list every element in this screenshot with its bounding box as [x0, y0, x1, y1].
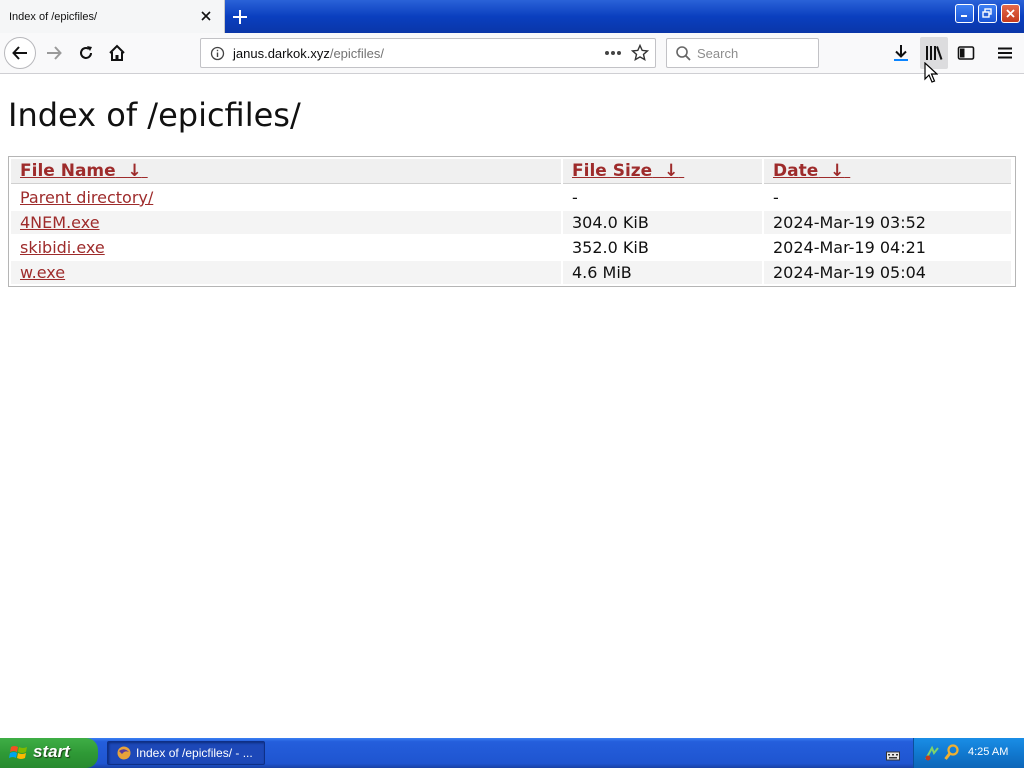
column-label: File Name — [20, 161, 116, 181]
windows-logo-icon — [9, 744, 29, 766]
start-button[interactable]: start — [0, 738, 98, 768]
close-window-button[interactable] — [1001, 4, 1020, 23]
search-tray-icon[interactable] — [944, 744, 960, 766]
taskbar: start Index of /epicfiles/ - ... 4:25 AM — [0, 738, 1024, 768]
column-label: File Size — [572, 161, 653, 181]
file-link[interactable]: skibidi.exe — [20, 238, 105, 257]
sidebar-icon — [957, 46, 975, 60]
new-tab-icon[interactable] — [231, 8, 249, 26]
sort-by-size-link[interactable]: File Size ↓ — [572, 161, 684, 181]
file-size: - — [572, 188, 578, 207]
minimize-button[interactable] — [955, 4, 974, 23]
clock[interactable]: 4:25 AM — [968, 746, 1008, 758]
library-icon — [926, 46, 943, 60]
file-link[interactable]: w.exe — [20, 263, 65, 282]
restore-button[interactable] — [978, 4, 997, 23]
file-size: 352.0 KiB — [572, 238, 649, 257]
download-icon — [894, 45, 908, 61]
close-tab-icon[interactable] — [198, 8, 214, 24]
network-icon[interactable] — [924, 745, 940, 765]
forward-button[interactable] — [38, 37, 70, 69]
sidebar-button[interactable] — [952, 37, 980, 69]
browser-app-icon — [116, 745, 132, 765]
parent-directory-link[interactable]: Parent directory/ — [20, 188, 153, 207]
file-date: 2024-Mar-19 03:52 — [764, 211, 1011, 234]
search-bar[interactable]: Search — [666, 38, 819, 68]
table-row: w.exe 4.6 MiB 2024-Mar-19 05:04 — [11, 261, 1011, 284]
taskbar-window-label: Index of /epicfiles/ - ... — [136, 746, 253, 760]
tab-active[interactable]: Index of /epicfiles/ — [0, 0, 225, 33]
tab-title: Index of /epicfiles/ — [9, 11, 98, 23]
search-icon — [675, 45, 692, 66]
system-tray: 4:25 AM — [913, 738, 1024, 768]
address-bar[interactable]: janus.darkok.xyz/epicfiles/ — [200, 38, 656, 68]
keyboard-icon[interactable] — [886, 747, 900, 766]
url-text[interactable]: janus.darkok.xyz/epicfiles/ — [233, 46, 384, 61]
column-label: Date — [773, 161, 819, 181]
sort-arrow-icon: ↓ — [830, 161, 845, 181]
file-size: 304.0 KiB — [563, 211, 762, 234]
downloads-button[interactable] — [887, 37, 915, 69]
table-row: 4NEM.exe 304.0 KiB 2024-Mar-19 03:52 — [11, 211, 1011, 234]
column-header-file-size: File Size ↓ — [563, 159, 762, 184]
sort-arrow-icon: ↓ — [127, 161, 142, 181]
mouse-cursor-icon — [924, 61, 939, 88]
navigation-toolbar: janus.darkok.xyz/epicfiles/ Search — [0, 33, 1024, 83]
back-arrow-icon — [12, 46, 27, 60]
column-header-date: Date ↓ — [764, 159, 1011, 184]
sort-by-date-link[interactable]: Date ↓ — [773, 161, 850, 181]
file-size: 4.6 MiB — [563, 261, 762, 284]
search-input[interactable]: Search — [697, 46, 738, 61]
back-button[interactable] — [4, 37, 36, 69]
title-bar: Index of /epicfiles/ — [0, 0, 1024, 33]
home-button[interactable] — [101, 37, 133, 69]
file-link[interactable]: 4NEM.exe — [20, 213, 100, 232]
column-header-file-name: File Name ↓ — [11, 159, 561, 184]
hamburger-menu-icon — [998, 47, 1012, 59]
home-icon — [109, 44, 125, 61]
taskbar-window-button[interactable]: Index of /epicfiles/ - ... — [107, 741, 265, 765]
bookmark-star-icon[interactable] — [630, 43, 650, 66]
start-label: start — [33, 742, 70, 761]
file-date: 2024-Mar-19 04:21 — [773, 238, 926, 257]
table-row: skibidi.exe 352.0 KiB 2024-Mar-19 04:21 — [11, 236, 1011, 259]
sort-arrow-icon: ↓ — [664, 161, 679, 181]
url-path: /epicfiles/ — [329, 46, 385, 61]
sort-by-name-link[interactable]: File Name ↓ — [20, 161, 148, 181]
menu-button[interactable] — [991, 37, 1019, 69]
table-row: Parent directory/ - - — [11, 186, 1011, 209]
page-actions-icon[interactable] — [603, 45, 623, 65]
page-title: Index of /epicfiles/ — [8, 96, 301, 134]
table-header-row: File Name ↓ File Size ↓ Date ↓ — [11, 159, 1011, 184]
file-date: - — [773, 188, 779, 207]
reload-icon — [80, 46, 92, 59]
forward-arrow-icon — [47, 46, 62, 60]
site-info-icon[interactable] — [210, 46, 225, 65]
reload-button[interactable] — [70, 37, 102, 69]
file-listing-table: File Name ↓ File Size ↓ Date ↓ Parent di… — [8, 156, 1016, 287]
url-host: janus.darkok.xyz — [233, 46, 330, 61]
file-date: 2024-Mar-19 05:04 — [764, 261, 1011, 284]
